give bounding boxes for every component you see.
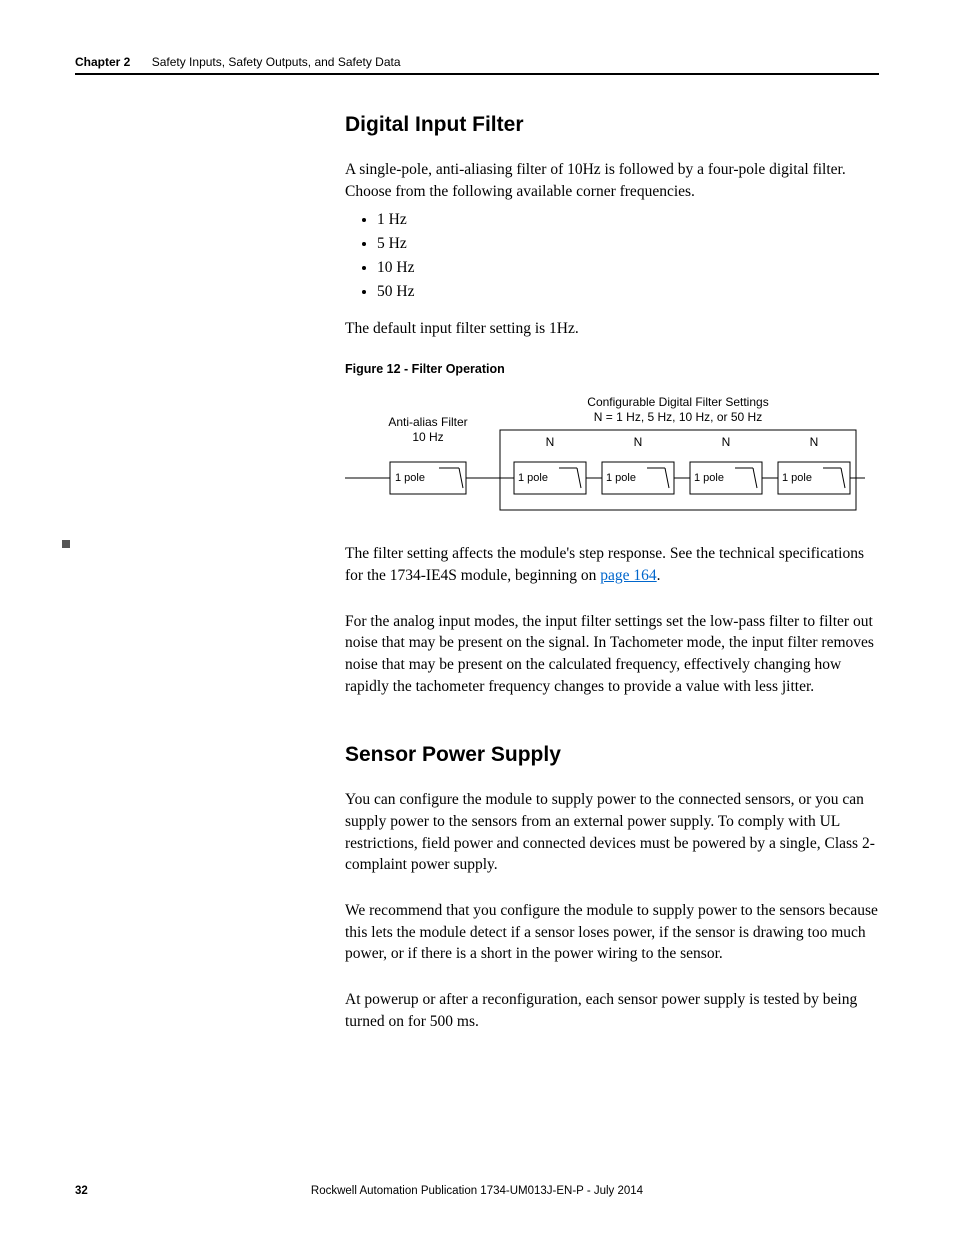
anti-alias-title: Anti-alias Filter	[388, 415, 467, 429]
filter-block-icon: 1 pole	[602, 462, 674, 494]
svg-text:1 pole: 1 pole	[694, 472, 724, 484]
svg-text:1 pole: 1 pole	[606, 472, 636, 484]
page-header: Chapter 2 Safety Inputs, Safety Outputs,…	[75, 55, 879, 69]
body-paragraph: A single-pole, anti-aliasing filter of 1…	[345, 159, 879, 202]
filter-block-icon: 1 pole	[390, 462, 466, 494]
n-label: N	[634, 435, 643, 449]
body-paragraph: At powerup or after a reconfiguration, e…	[345, 989, 879, 1032]
section-heading-sensor-power-supply: Sensor Power Supply	[345, 743, 879, 767]
list-item: 50 Hz	[377, 280, 879, 304]
figure-caption: Figure 12 - Filter Operation	[345, 362, 879, 376]
change-bar-icon	[62, 540, 70, 548]
paragraph-text: .	[657, 567, 661, 584]
body-paragraph: The filter setting affects the module's …	[345, 543, 879, 586]
page-footer: 32 Rockwell Automation Publication 1734-…	[75, 1185, 879, 1197]
digital-filter-sub: N = 1 Hz, 5 Hz, 10 Hz, or 50 Hz	[594, 410, 762, 424]
n-label: N	[810, 435, 819, 449]
body-paragraph: You can configure the module to supply p…	[345, 789, 879, 876]
page-number: 32	[75, 1185, 88, 1197]
filter-block-icon: 1 pole	[690, 462, 762, 494]
header-rule	[75, 73, 879, 75]
body-paragraph: The default input filter setting is 1Hz.	[345, 318, 879, 340]
n-label: N	[546, 435, 555, 449]
page-link[interactable]: page 164	[600, 567, 656, 584]
filter-block-icon: 1 pole	[514, 462, 586, 494]
svg-text:1 pole: 1 pole	[782, 472, 812, 484]
list-item: 10 Hz	[377, 256, 879, 280]
body-paragraph: For the analog input modes, the input fi…	[345, 611, 879, 698]
list-item: 1 Hz	[377, 208, 879, 232]
frequency-list: 1 Hz 5 Hz 10 Hz 50 Hz	[377, 208, 879, 304]
digital-filter-title: Configurable Digital Filter Settings	[587, 395, 768, 409]
list-item: 5 Hz	[377, 232, 879, 256]
section-heading-digital-input-filter: Digital Input Filter	[345, 113, 879, 137]
svg-text:1 pole: 1 pole	[518, 472, 548, 484]
filter-block-icon: 1 pole	[778, 462, 850, 494]
svg-text:1 pole: 1 pole	[395, 472, 425, 484]
chapter-label: Chapter 2	[75, 55, 130, 69]
anti-alias-sub: 10 Hz	[412, 430, 443, 444]
n-label: N	[722, 435, 731, 449]
figure-filter-operation: Anti-alias Filter 10 Hz Configurable Dig…	[345, 386, 879, 521]
chapter-title: Safety Inputs, Safety Outputs, and Safet…	[152, 55, 401, 69]
body-paragraph: We recommend that you configure the modu…	[345, 900, 879, 965]
publication-info: Rockwell Automation Publication 1734-UM0…	[75, 1185, 879, 1197]
